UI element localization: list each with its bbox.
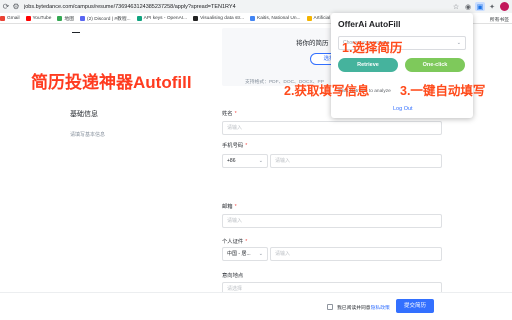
phone-country-code-select[interactable]: +86 ⌄: [222, 154, 268, 168]
location-label: 意向地点: [222, 273, 244, 279]
required-mark: *: [245, 143, 248, 149]
bookmark-favicon-icon: [136, 15, 142, 21]
agree-checkbox[interactable]: [327, 304, 333, 310]
bookmark-item[interactable]: Kaitis, National Un...: [250, 15, 301, 21]
reload-icon[interactable]: ⟳: [2, 2, 10, 11]
bookmark-item[interactable]: Visualising data str...: [193, 15, 244, 21]
bookmark-favicon-icon: [25, 15, 31, 21]
offerai-popup: OfferAi AutoFill Choose your resume ⌄ Ret…: [331, 13, 473, 118]
retrieve-button[interactable]: Retrieve: [338, 58, 398, 72]
step-3-annotation: 3.一键自动填写: [400, 84, 486, 98]
required-mark: *: [245, 239, 248, 245]
bookmark-favicon-icon: [80, 15, 85, 21]
resume-upload-area[interactable]: 将你的简历 选择 支持格式：PDF、DOC、DOCX、PP: [222, 28, 348, 86]
popup-title: OfferAi AutoFill: [338, 19, 401, 29]
submit-resume-button[interactable]: 提交简历: [396, 299, 434, 313]
bookmark-favicon-icon: [57, 15, 63, 21]
name-label: 姓名 *: [222, 111, 237, 117]
phone-label: 手机号码 *: [222, 143, 248, 149]
logout-link[interactable]: Log Out: [393, 106, 413, 112]
section-title: 基础信息: [70, 111, 98, 118]
name-input[interactable]: 请输入: [222, 121, 442, 135]
extensions-puzzle-icon[interactable]: ✦: [487, 2, 497, 11]
bookmark-item[interactable]: API keys - OpenAI...: [136, 15, 187, 21]
bookmark-favicon-icon: [0, 15, 5, 21]
bookmark-item[interactable]: Gmail: [0, 15, 20, 21]
step-1-annotation: 1.选择简历: [342, 41, 403, 55]
bookmark-favicon-icon: [306, 15, 312, 21]
bookmark-item[interactable]: YouTube: [25, 15, 51, 21]
phone-input[interactable]: 请输入: [270, 154, 442, 168]
profile-avatar[interactable]: [500, 2, 509, 11]
privacy-policy-link[interactable]: 隐私政策: [371, 306, 390, 311]
required-mark: *: [234, 204, 237, 210]
id-number-input[interactable]: 请输入: [270, 247, 442, 261]
bookmark-item[interactable]: (2) Discord | #教程...: [80, 15, 131, 22]
chevron-down-icon: ⌄: [258, 158, 263, 164]
site-info-icon[interactable]: ⚙: [12, 2, 20, 11]
step-2-annotation: 2.获取填写信息: [284, 84, 370, 98]
divider: [72, 32, 80, 33]
bookmark-star-icon[interactable]: ☆: [451, 2, 461, 11]
submit-footer: 我已阅读并同意隐私政策 提交简历: [0, 292, 512, 320]
section-subtitle: 请填写基本信息: [70, 132, 106, 138]
promo-headline: 简历投递神器Autofill: [31, 73, 192, 92]
bookmark-item[interactable]: 地图: [57, 15, 74, 22]
required-mark: *: [234, 111, 237, 117]
all-bookmarks[interactable]: 所有书签: [490, 16, 509, 23]
one-click-button[interactable]: One-click: [405, 58, 465, 72]
chevron-down-icon: ⌄: [258, 251, 263, 257]
bookmark-favicon-icon: [193, 15, 199, 21]
upload-title: 将你的简历: [296, 40, 329, 47]
bookmark-favicon-icon: [250, 15, 256, 21]
agree-text: 我已阅读并同意隐私政策: [337, 306, 390, 311]
email-input[interactable]: 请输入: [222, 214, 442, 228]
offerai-extension-icon[interactable]: ▣: [475, 2, 485, 11]
browser-toolbar: ⟳ ⚙ jobs.bytedance.com/campus/resume/736…: [0, 0, 512, 13]
chevron-down-icon: ⌄: [456, 40, 461, 46]
id-label: 个人证件 *: [222, 239, 248, 245]
extension-icon[interactable]: ◉: [463, 2, 473, 11]
id-type-select[interactable]: 中国 - 居... ⌄: [222, 247, 268, 261]
address-bar[interactable]: jobs.bytedance.com/campus/resume/7369463…: [24, 4, 449, 10]
email-label: 邮箱 *: [222, 204, 237, 210]
screen: ⟳ ⚙ jobs.bytedance.com/campus/resume/736…: [0, 0, 512, 320]
